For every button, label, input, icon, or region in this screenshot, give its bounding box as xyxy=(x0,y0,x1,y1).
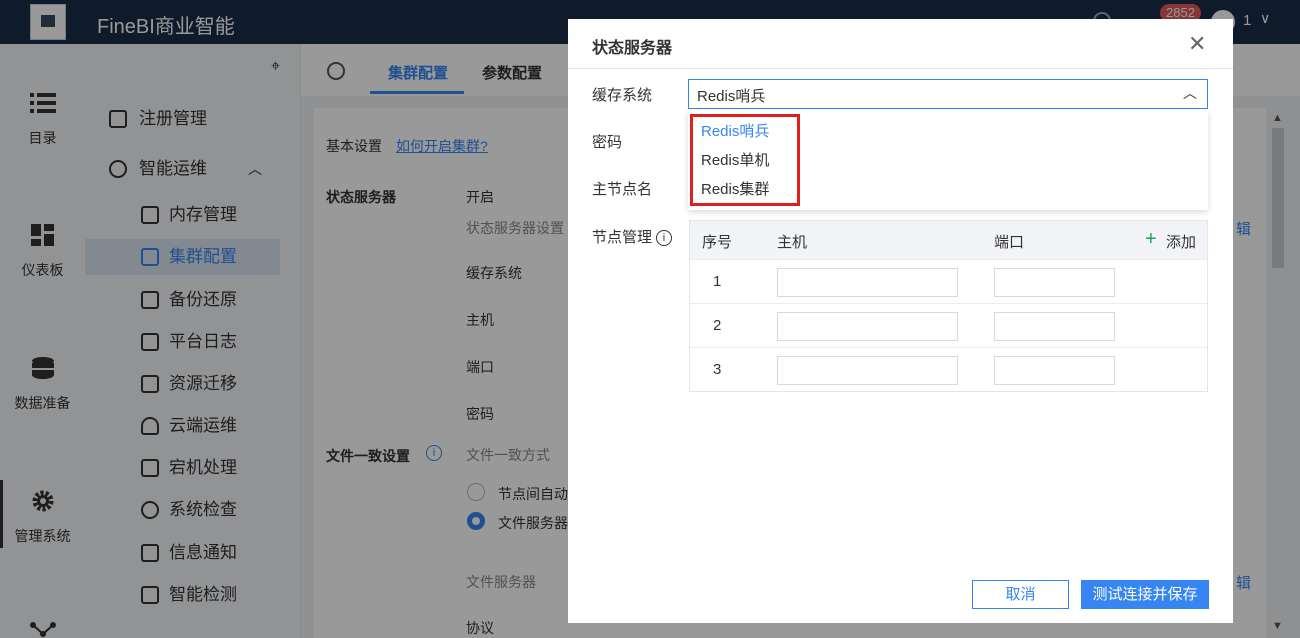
cache-system-field-label: 缓存系统 xyxy=(592,87,653,104)
select-value: Redis哨兵 xyxy=(697,88,766,105)
table-row: 3 xyxy=(690,347,1207,391)
host-input[interactable] xyxy=(777,312,958,341)
node-table-header: 序号 主机 端口 + 添加 xyxy=(690,221,1207,259)
password-field-label: 密码 xyxy=(592,134,623,151)
close-icon[interactable]: ✕ xyxy=(1188,31,1206,57)
master-name-field-label: 主节点名 xyxy=(592,181,653,198)
port-input[interactable] xyxy=(994,268,1115,297)
node-mgmt-label-text: 节点管理 xyxy=(592,229,653,246)
port-input[interactable] xyxy=(994,356,1115,385)
col-host: 主机 xyxy=(777,234,808,251)
info-icon[interactable]: i xyxy=(656,230,673,246)
cache-system-select[interactable]: Redis哨兵 ︿ xyxy=(688,79,1208,109)
state-server-dialog: 状态服务器 ✕ 缓存系统 Redis哨兵 ︿ 密码 主节点名 节点管理 i 序号 … xyxy=(568,19,1233,623)
red-highlight-box xyxy=(690,114,800,206)
test-and-save-button[interactable]: 测试连接并保存 xyxy=(1081,580,1209,609)
cache-system-dropdown: Redis哨兵 Redis单机 Redis集群 xyxy=(688,110,1208,210)
node-table: 序号 主机 端口 + 添加 1 2 3 xyxy=(689,220,1208,392)
host-input[interactable] xyxy=(777,356,958,385)
dialog-title: 状态服务器 xyxy=(592,40,673,57)
cancel-button[interactable]: 取消 xyxy=(972,580,1069,609)
host-input[interactable] xyxy=(777,268,958,297)
chevron-up-icon[interactable]: ︿ xyxy=(1183,83,1197,103)
table-row: 1 xyxy=(690,259,1207,303)
col-index: 序号 xyxy=(702,234,733,251)
row-index: 2 xyxy=(713,317,722,334)
add-icon[interactable]: + xyxy=(1145,228,1157,251)
node-mgmt-field-label: 节点管理 i xyxy=(592,226,673,247)
row-index: 1 xyxy=(713,273,722,290)
add-node-button[interactable]: 添加 xyxy=(1166,231,1196,252)
dialog-header: 状态服务器 ✕ xyxy=(568,19,1233,69)
row-index: 3 xyxy=(713,361,722,378)
table-row: 2 xyxy=(690,303,1207,347)
port-input[interactable] xyxy=(994,312,1115,341)
col-port: 端口 xyxy=(994,234,1025,251)
